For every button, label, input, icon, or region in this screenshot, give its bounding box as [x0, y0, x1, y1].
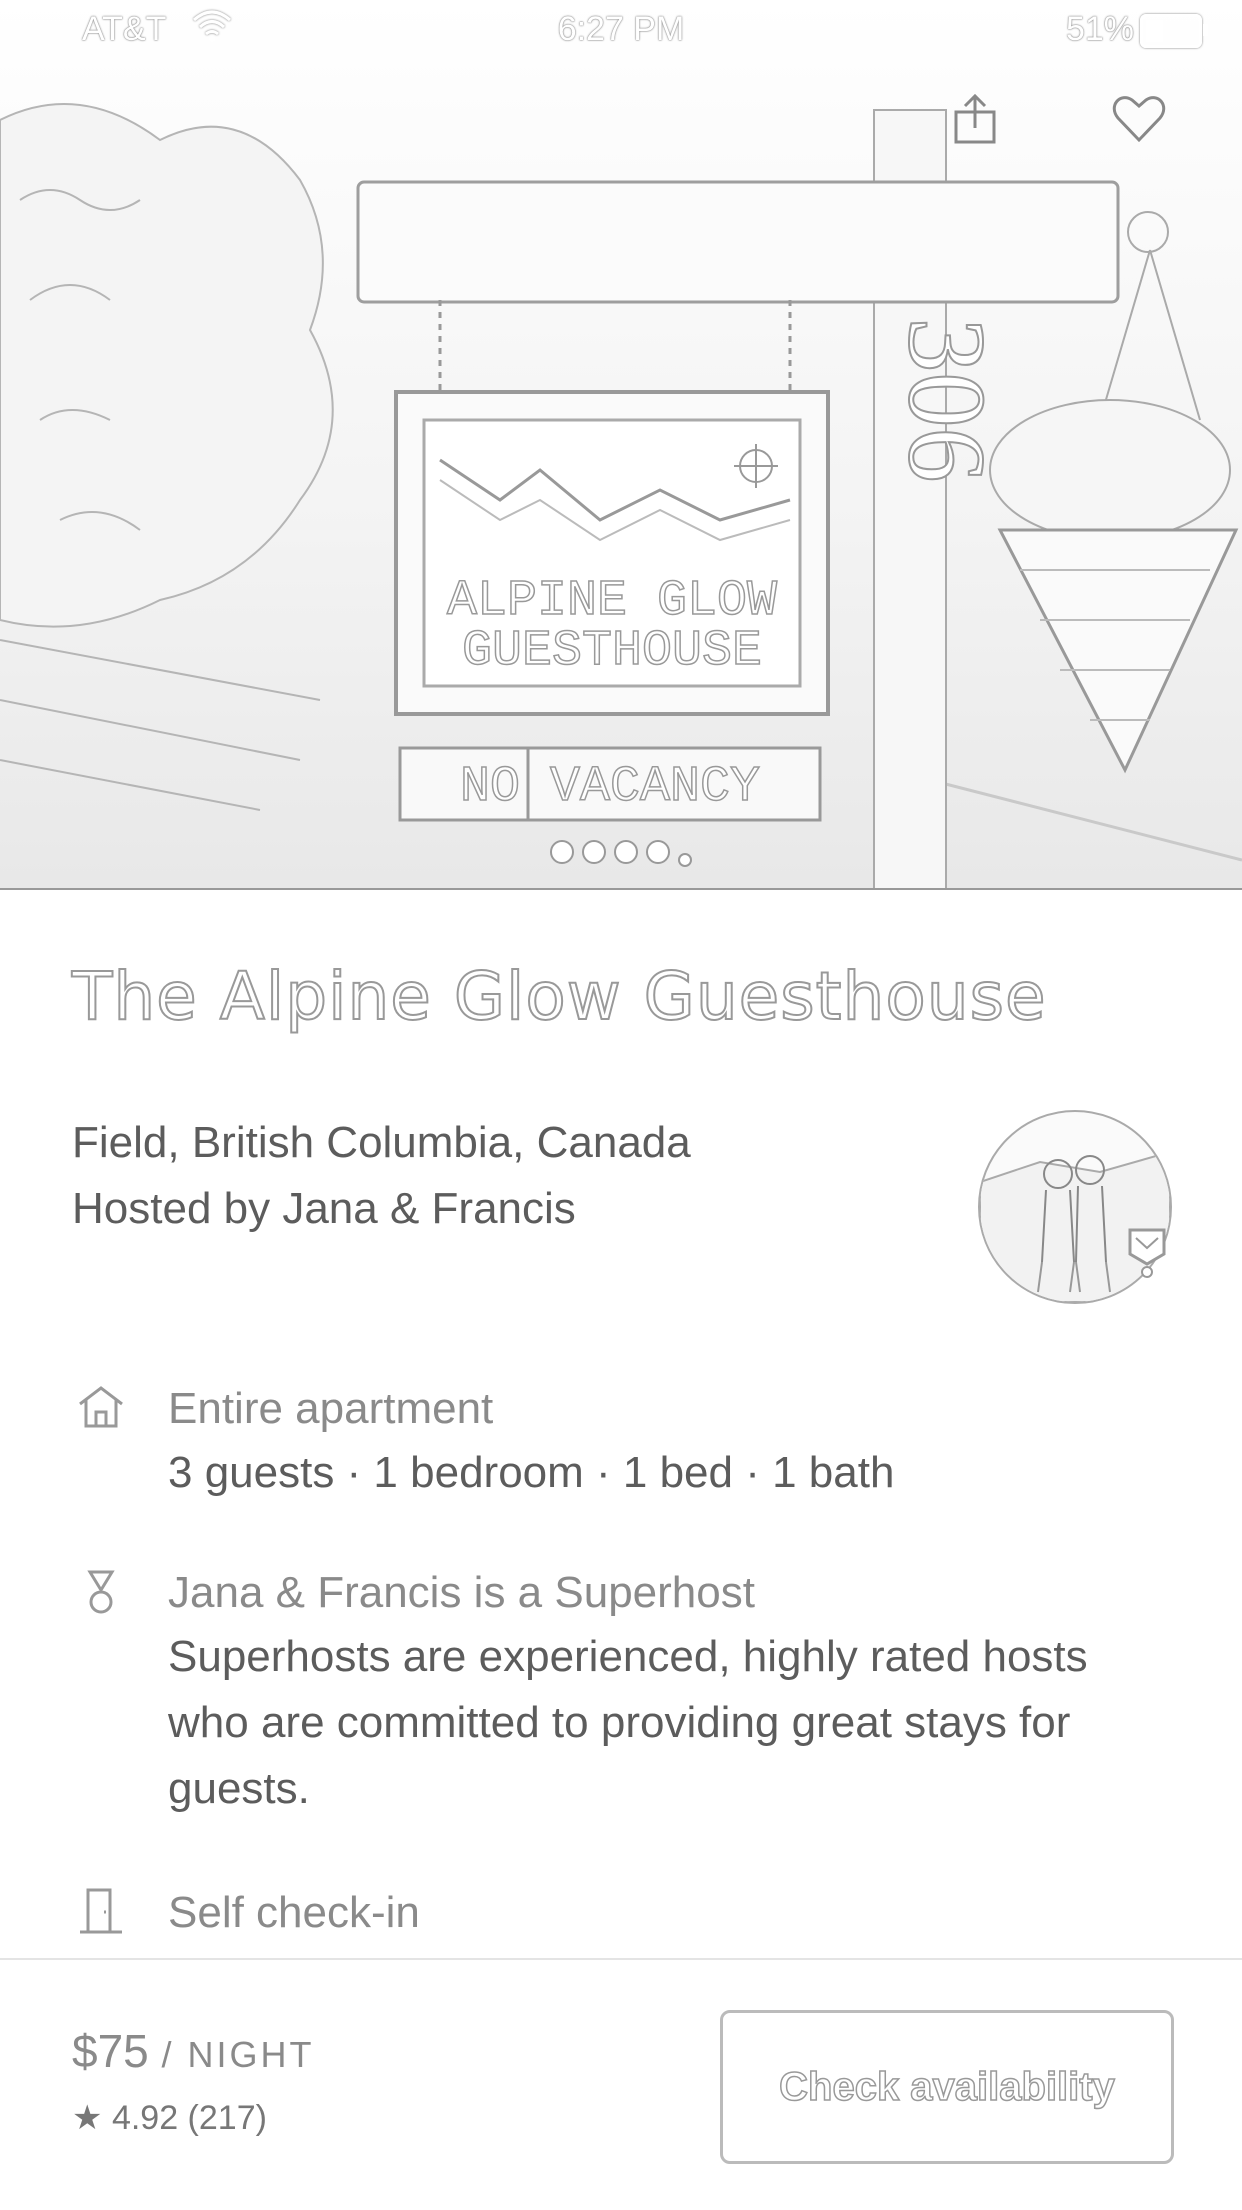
- feature-title: Self check-in: [168, 1888, 420, 1937]
- photo-pagination: [0, 840, 1242, 869]
- sign-line-2: GUESTHOUSE: [462, 623, 762, 680]
- page-dot[interactable]: [550, 840, 574, 864]
- photo-illustration: ALPINE GLOW GUESTHOUSE NO VACANCY 306: [0, 103, 1242, 888]
- door-icon: [80, 1888, 122, 1934]
- host-name: Hosted by Jana & Francis: [72, 1184, 576, 1233]
- heart-icon: [1112, 96, 1166, 143]
- sign-line-1: ALPINE GLOW: [447, 573, 777, 630]
- rating-value: 4.92 (217): [111, 2099, 267, 2137]
- listing-title: The Alpine Glow Guesthouse: [71, 957, 1047, 1036]
- battery-icon: [1140, 14, 1208, 48]
- page-dot[interactable]: [678, 852, 692, 867]
- feature-title: Jana & Francis is a Superhost: [168, 1568, 755, 1617]
- listing-photo[interactable]: ALPINE GLOW GUESTHOUSE NO VACANCY 306: [0, 0, 1242, 890]
- superhost-badge-icon: [1128, 1228, 1166, 1278]
- page-dot[interactable]: [646, 840, 670, 864]
- feature-subtitle: Superhosts are experienced, highly rated…: [168, 1632, 1088, 1813]
- check-availability-button[interactable]: Check availability: [720, 2010, 1174, 2164]
- status-bar: AT&T 6:27 PM 51%: [0, 0, 1242, 60]
- star-icon: ★: [72, 2099, 103, 2137]
- status-time: 6:27 PM: [557, 10, 685, 48]
- listing-location: Field, British Columbia, Canada: [72, 1118, 691, 1167]
- price-per-night: $75 / NIGHT: [72, 2024, 315, 2078]
- battery-percent: 51%: [1065, 10, 1134, 48]
- share-icon: [954, 93, 996, 144]
- rating-summary[interactable]: ★ 4.92 (217): [72, 2098, 267, 2138]
- save-to-wishlist-button[interactable]: [1110, 92, 1180, 162]
- medal-icon: [87, 1570, 115, 1614]
- share-button[interactable]: [948, 92, 1018, 162]
- feature-subtitle: 3 guests · 1 bedroom · 1 bed · 1 bath: [168, 1448, 895, 1497]
- house-number: 306: [886, 318, 1008, 483]
- page-dot[interactable]: [614, 840, 638, 864]
- page-dot[interactable]: [582, 840, 606, 864]
- vacancy-sign: NO VACANCY: [460, 759, 760, 816]
- price-amount: $75: [72, 2025, 149, 2077]
- home-icon: [79, 1386, 123, 1428]
- price-unit: / NIGHT: [161, 2034, 315, 2075]
- feature-title: Entire apartment: [168, 1384, 494, 1433]
